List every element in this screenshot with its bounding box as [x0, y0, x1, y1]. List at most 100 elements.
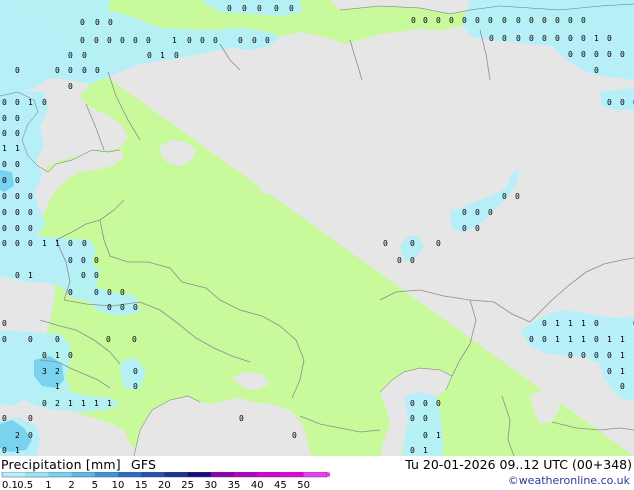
value-label: 0	[68, 288, 73, 297]
value-label: 0	[488, 16, 493, 25]
value-label: 0	[475, 224, 480, 233]
value-label: 0	[594, 66, 599, 75]
value-label: 0	[542, 16, 547, 25]
value-label: 0	[28, 414, 33, 423]
color-scale-tick: 40	[251, 480, 264, 490]
credit-link[interactable]: ©weatheronline.co.uk	[508, 474, 630, 487]
value-label: 0	[133, 382, 138, 391]
color-swatch	[187, 472, 212, 477]
value-label: 0	[607, 98, 612, 107]
value-label: 0	[2, 129, 7, 138]
value-label: 1	[55, 382, 60, 391]
value-label: 0	[94, 256, 99, 265]
value-label: 0	[462, 224, 467, 233]
value-label: 0	[2, 192, 7, 201]
value-label: 3	[42, 367, 47, 376]
value-label: 0	[120, 288, 125, 297]
value-label: 0	[568, 34, 573, 43]
value-label: 0	[120, 36, 125, 45]
value-label: 1	[28, 98, 33, 107]
color-scale-tick: 2	[68, 480, 74, 490]
color-scale-tick: 0.5	[17, 480, 33, 490]
value-label: 0	[213, 36, 218, 45]
legend-bar: Precipitation [mm] GFS Tu 20-01-2026 09.…	[0, 456, 634, 490]
value-label: 0	[607, 34, 612, 43]
value-label: 0	[555, 34, 560, 43]
value-label: 0	[28, 208, 33, 217]
value-label: 0	[2, 414, 7, 423]
value-label: 0	[411, 16, 416, 25]
value-label: 0	[542, 335, 547, 344]
value-label: 0	[423, 399, 428, 408]
value-label: 0	[607, 351, 612, 360]
value-label: 0	[68, 351, 73, 360]
color-swatch	[48, 472, 72, 477]
color-swatch	[118, 472, 142, 477]
value-label: 1	[620, 351, 625, 360]
color-scale-tick: 25	[181, 480, 194, 490]
color-scale-tick: 20	[158, 480, 171, 490]
value-label: 0	[594, 335, 599, 344]
color-scale-tick: 50	[297, 480, 310, 490]
value-label: 0	[542, 34, 547, 43]
value-label: 0	[620, 50, 625, 59]
value-label: 0	[581, 50, 586, 59]
value-label: 0	[187, 36, 192, 45]
value-label: 0	[410, 399, 415, 408]
color-scale-labels: 0.1 0.5 1 2 5 10 15 20 25 30 35 40 45 50	[2, 480, 310, 490]
value-label: 0	[42, 98, 47, 107]
value-label: 0	[239, 414, 244, 423]
value-label: 0	[568, 351, 573, 360]
value-label: 1	[81, 399, 86, 408]
value-label: 0	[133, 303, 138, 312]
value-label: 0	[2, 114, 7, 123]
value-label: 0	[475, 208, 480, 217]
value-label: 0	[529, 335, 534, 344]
value-label: 0	[2, 176, 7, 185]
value-label: 0	[607, 50, 612, 59]
value-label: 2	[55, 399, 60, 408]
color-scale-tick: 45	[274, 480, 287, 490]
color-swatch	[71, 472, 96, 477]
value-label: 0	[436, 239, 441, 248]
value-label: 0	[68, 66, 73, 75]
color-scale-tick: 0.1	[2, 480, 18, 490]
value-label: 1	[620, 335, 625, 344]
value-label: 0	[436, 399, 441, 408]
value-label: 0	[94, 271, 99, 280]
value-label: 0	[95, 18, 100, 27]
color-swatch	[210, 472, 235, 477]
value-label: 0	[106, 335, 111, 344]
value-label: 0	[620, 382, 625, 391]
value-label: 1	[15, 446, 20, 455]
value-label: 0	[80, 36, 85, 45]
value-label: 0	[133, 367, 138, 376]
color-scale-arrow	[326, 472, 330, 477]
color-swatch	[141, 472, 165, 477]
value-label: 0	[257, 4, 262, 13]
value-label: 1	[423, 446, 428, 455]
value-label: 0	[397, 256, 402, 265]
value-label: 0	[607, 367, 612, 376]
value-label: 1	[594, 34, 599, 43]
value-label: 0	[132, 335, 137, 344]
value-label: 1	[172, 36, 177, 45]
color-swatch	[94, 472, 119, 477]
color-swatch	[234, 472, 258, 477]
value-label: 0	[15, 129, 20, 138]
value-label: 2	[55, 367, 60, 376]
value-label: 0	[133, 36, 138, 45]
value-label: 0	[28, 239, 33, 248]
value-label: 0	[383, 239, 388, 248]
value-label: 0	[15, 208, 20, 217]
value-label: 0	[28, 335, 33, 344]
color-swatch	[164, 472, 188, 477]
legend-title: Precipitation [mm] GFS	[1, 457, 156, 472]
value-label: 0	[2, 239, 7, 248]
color-scale-tick: 35	[228, 480, 241, 490]
value-label: 0	[107, 288, 112, 297]
color-scale-swatches	[1, 472, 330, 478]
value-label: 0	[516, 16, 521, 25]
value-label: 0	[581, 351, 586, 360]
value-label: 0	[200, 36, 205, 45]
